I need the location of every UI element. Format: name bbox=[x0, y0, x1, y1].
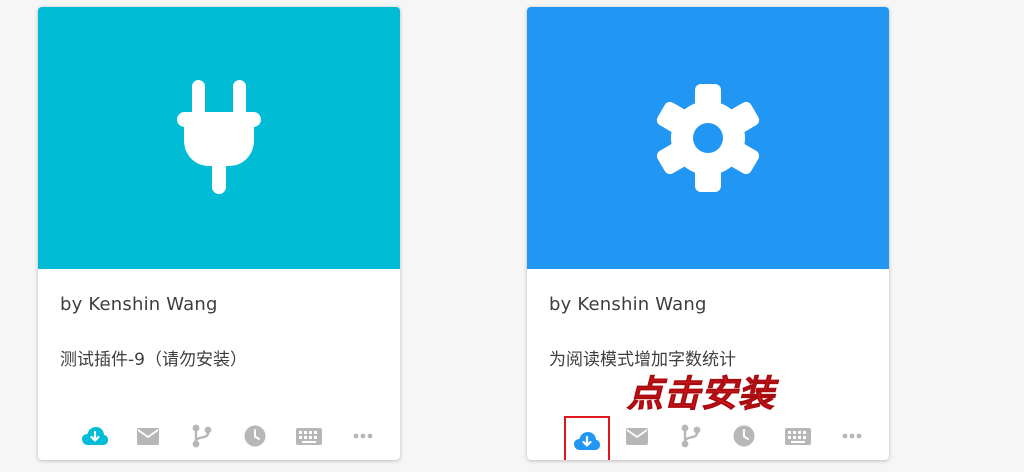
cloud-download-icon bbox=[574, 432, 600, 450]
plugin-author: by Kenshin Wang bbox=[549, 294, 707, 315]
plugin-description: 为阅读模式增加字数统计 bbox=[549, 350, 736, 370]
plugin-action-bar bbox=[559, 416, 879, 460]
plugin-description: 测试插件-9（请勿安装） bbox=[60, 350, 247, 370]
plugin-banner[interactable] bbox=[527, 7, 889, 269]
plugin-author: by Kenshin Wang bbox=[60, 294, 218, 315]
plugin-card-1: by Kenshin Wang 测试插件-9（请勿安装） bbox=[38, 7, 400, 460]
cloud-download-icon bbox=[82, 427, 108, 445]
mail-button[interactable] bbox=[617, 419, 657, 453]
plugin-banner[interactable] bbox=[38, 7, 400, 269]
clock-icon bbox=[244, 425, 266, 447]
install-button[interactable] bbox=[564, 416, 610, 460]
history-button[interactable] bbox=[235, 419, 275, 453]
plug-icon bbox=[177, 80, 261, 194]
clock-icon bbox=[733, 425, 755, 447]
branch-button[interactable] bbox=[671, 419, 711, 453]
more-dots-icon bbox=[353, 433, 373, 439]
more-button[interactable] bbox=[343, 419, 383, 453]
keyboard-icon bbox=[296, 427, 322, 445]
mail-icon bbox=[626, 427, 648, 445]
install-callout-label: 点击安装 bbox=[626, 374, 776, 416]
mail-icon bbox=[137, 427, 159, 445]
gear-icon bbox=[656, 84, 760, 192]
more-button[interactable] bbox=[832, 419, 872, 453]
history-button[interactable] bbox=[724, 419, 764, 453]
shortcut-button[interactable] bbox=[778, 419, 818, 453]
more-dots-icon bbox=[842, 433, 862, 439]
git-branch-icon bbox=[192, 424, 212, 448]
mail-button[interactable] bbox=[128, 419, 168, 453]
shortcut-button[interactable] bbox=[289, 419, 329, 453]
install-button[interactable] bbox=[75, 419, 115, 453]
keyboard-icon bbox=[785, 427, 811, 445]
branch-button[interactable] bbox=[182, 419, 222, 453]
git-branch-icon bbox=[681, 424, 701, 448]
plugin-action-bar bbox=[70, 419, 390, 453]
